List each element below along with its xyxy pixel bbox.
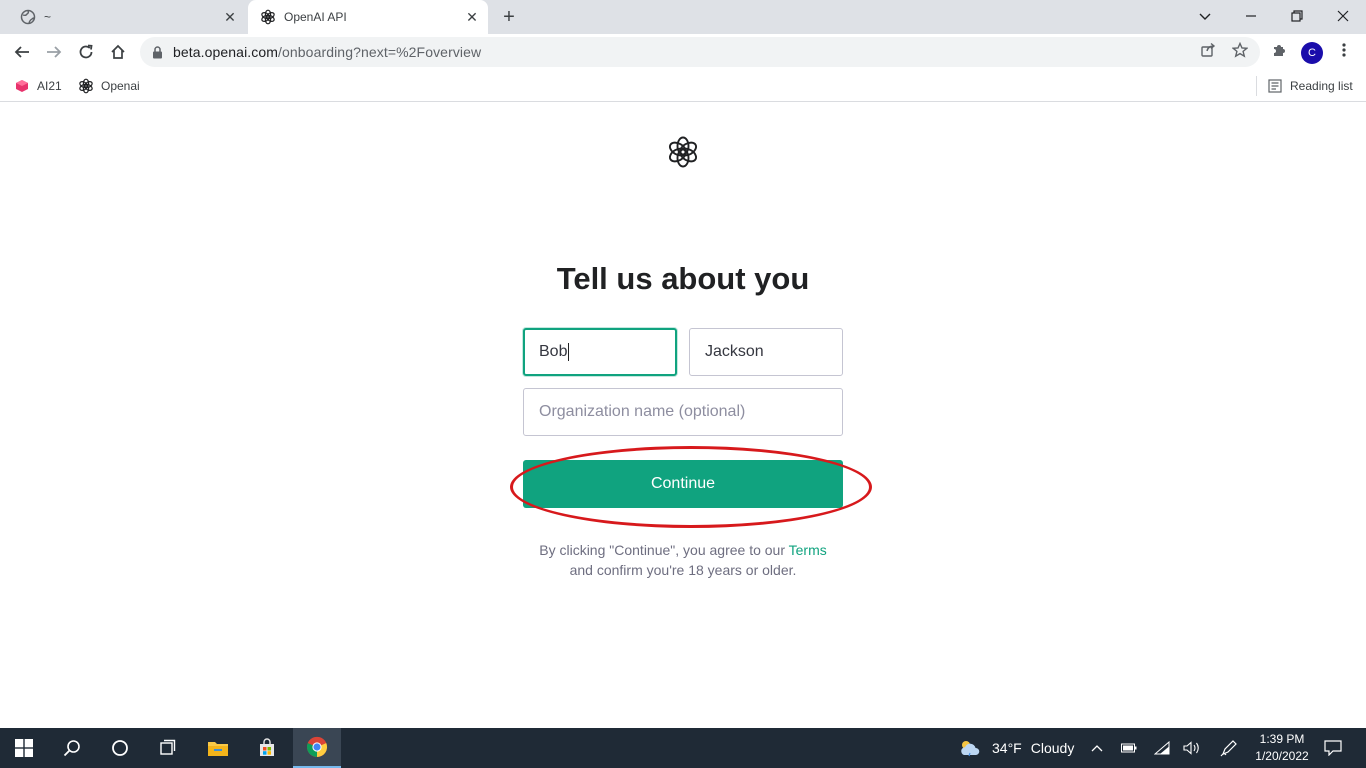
tab-search-icon[interactable]	[1182, 0, 1228, 32]
reading-list-label: Reading list	[1290, 79, 1353, 93]
page-title: Tell us about you	[556, 261, 810, 296]
browser-toolbar: beta.openai.com/onboarding?next=%2Foverv…	[0, 34, 1366, 70]
wifi-icon[interactable]	[1147, 728, 1177, 768]
chevron-up-icon[interactable]	[1082, 728, 1112, 768]
first-name-input[interactable]: Bob	[523, 328, 677, 376]
task-view-icon[interactable]	[144, 728, 192, 768]
legal-notice: By clicking "Continue", you agree to our…	[0, 540, 1366, 580]
forward-icon[interactable]	[40, 38, 68, 66]
cortana-icon[interactable]	[96, 728, 144, 768]
new-tab-icon[interactable]: +	[498, 6, 520, 28]
system-clock[interactable]: 1:39 PM 1/20/2022	[1246, 731, 1318, 765]
reading-list-icon	[1267, 78, 1283, 94]
bookmark-openai[interactable]: Openai	[78, 76, 140, 96]
search-icon[interactable]	[48, 728, 96, 768]
bookmark-label: AI21	[37, 79, 62, 93]
back-icon[interactable]	[8, 38, 36, 66]
file-explorer-icon[interactable]	[194, 728, 242, 768]
divider	[1256, 76, 1257, 96]
organization-name-input[interactable]: Organization name (optional)	[523, 388, 843, 436]
globe-icon	[20, 9, 36, 25]
tab-home[interactable]: ~ ✕	[8, 0, 246, 34]
weather-desc: Cloudy	[1030, 740, 1075, 756]
weather-temp: 34°F	[992, 740, 1022, 756]
profile-avatar[interactable]: C	[1301, 42, 1323, 64]
terms-link[interactable]: Terms	[789, 542, 827, 558]
url-text: beta.openai.com/onboarding?next=%2Foverv…	[173, 44, 481, 60]
tab-title: ~	[44, 10, 52, 24]
first-name-value: Bob	[539, 343, 568, 360]
windows-taskbar: 34°F Cloudy 1:39 PM 1/20/2022	[0, 728, 1366, 768]
organization-placeholder: Organization name (optional)	[539, 403, 746, 420]
last-name-value: Jackson	[705, 343, 764, 360]
pen-workspace-icon[interactable]	[1214, 728, 1244, 768]
openai-logo-icon	[668, 136, 698, 168]
bookmarks-bar: AI21 Openai Reading list	[0, 70, 1366, 102]
minimize-icon[interactable]	[1228, 0, 1274, 32]
url-host: beta.openai.com	[173, 44, 279, 60]
more-menu-icon[interactable]	[1334, 40, 1354, 60]
microsoft-store-icon[interactable]	[243, 728, 291, 768]
tab-title: OpenAI API	[284, 10, 347, 24]
last-name-input[interactable]: Jackson	[689, 328, 843, 376]
extensions-icon[interactable]	[1270, 40, 1290, 60]
battery-icon[interactable]	[1114, 728, 1144, 768]
clock-date: 1/20/2022	[1255, 749, 1309, 763]
tab-openai-api[interactable]: OpenAI API ✕	[248, 0, 488, 34]
openai-logo-icon	[260, 9, 276, 25]
close-tab-icon[interactable]: ✕	[462, 7, 482, 27]
reading-list-button[interactable]: Reading list	[1267, 76, 1353, 96]
onboarding-page: Tell us about you Bob Jackson Organizati…	[0, 103, 1366, 728]
close-tab-icon[interactable]: ✕	[220, 7, 240, 27]
close-window-icon[interactable]	[1320, 0, 1366, 32]
reload-icon[interactable]	[72, 38, 100, 66]
browser-tab-strip: ~ ✕ OpenAI API ✕ +	[0, 0, 1366, 34]
ai21-icon	[14, 78, 30, 94]
text-cursor	[568, 343, 570, 361]
weather-widget[interactable]: 34°F Cloudy	[958, 728, 1074, 768]
legal-line-2: and confirm you're 18 years or older.	[569, 562, 797, 578]
openai-logo-icon	[78, 78, 94, 94]
lock-icon[interactable]	[152, 45, 163, 59]
bookmark-star-icon[interactable]	[1230, 40, 1250, 60]
start-windows-icon[interactable]	[0, 728, 48, 768]
bookmark-label: Openai	[101, 79, 140, 93]
chrome-taskbar-icon[interactable]	[293, 728, 341, 768]
volume-icon[interactable]	[1177, 728, 1207, 768]
url-path: /onboarding?next=%2Foverview	[278, 44, 482, 60]
bookmark-ai21[interactable]: AI21	[14, 76, 62, 96]
address-bar[interactable]: beta.openai.com/onboarding?next=%2Foverv…	[140, 37, 1260, 67]
home-icon[interactable]	[104, 38, 132, 66]
legal-text: By clicking "Continue", you agree to our	[539, 542, 789, 558]
legal-line-1: By clicking "Continue", you agree to our…	[0, 540, 1366, 560]
cloudy-weather-icon	[958, 739, 982, 757]
continue-button[interactable]: Continue	[523, 460, 843, 508]
notifications-icon[interactable]	[1318, 728, 1348, 768]
restore-icon[interactable]	[1274, 0, 1320, 32]
share-icon[interactable]	[1198, 40, 1218, 60]
clock-time: 1:39 PM	[1259, 732, 1305, 746]
